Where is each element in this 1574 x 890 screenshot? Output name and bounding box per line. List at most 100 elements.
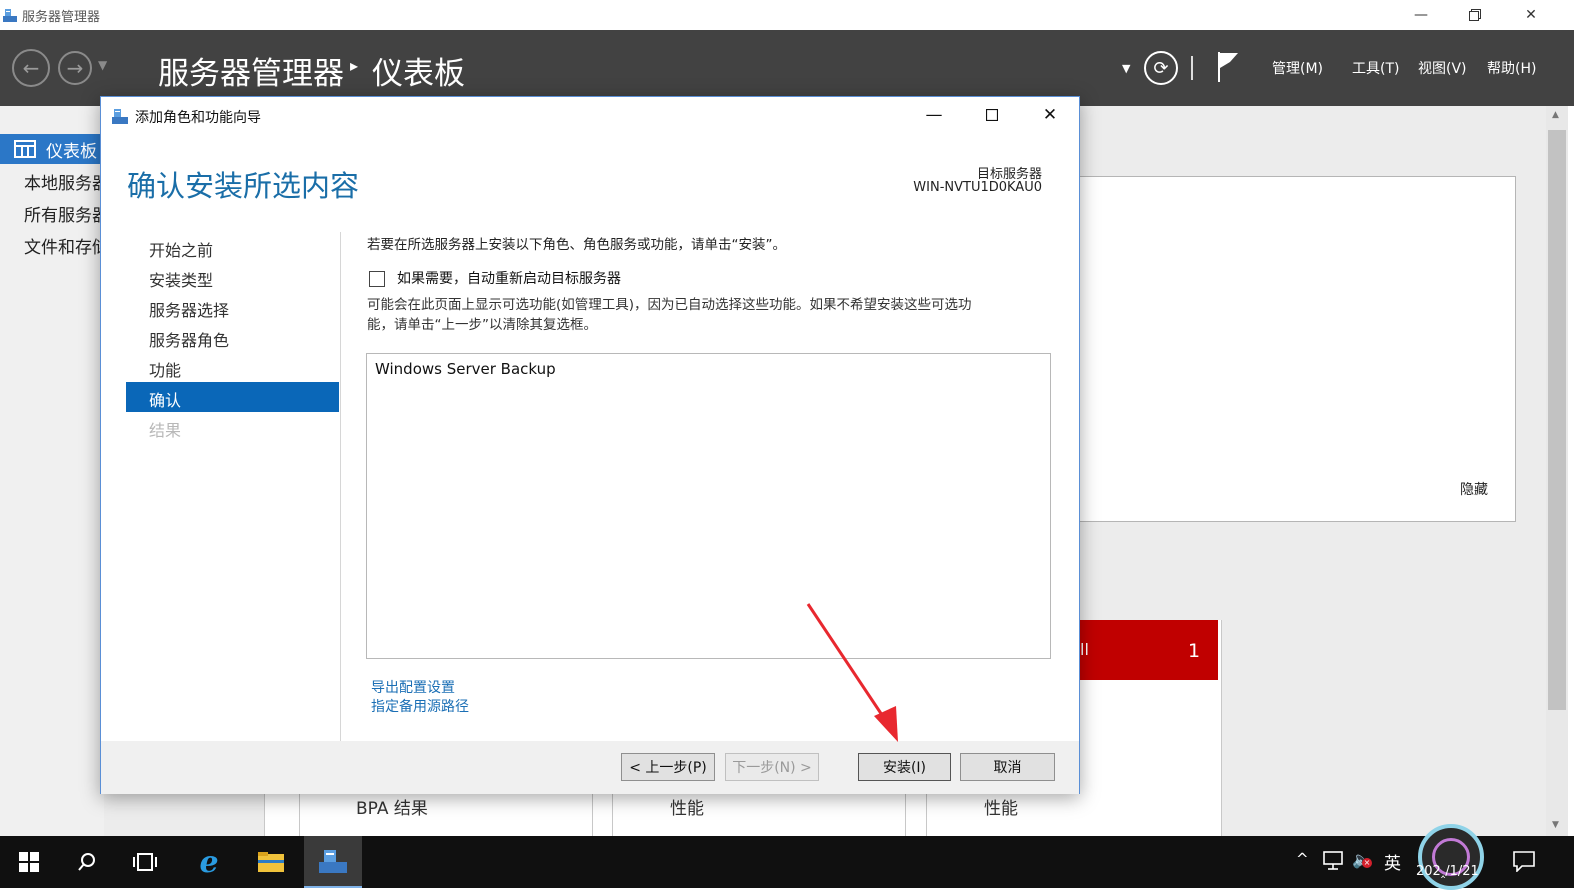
internet-explorer-button[interactable]: e	[180, 836, 238, 888]
server-manager-header: ← → ▼ 服务器管理器 ▸ 仪表板 ▼ ⟳ 管理(M) 工具(T) 视图(V)…	[0, 30, 1574, 106]
export-config-link[interactable]: 导出配置设置	[371, 677, 455, 697]
server-tile-header[interactable]: ll 1	[1076, 620, 1218, 680]
action-center-icon[interactable]	[1512, 850, 1536, 872]
notifications-flag-icon[interactable]	[1216, 50, 1242, 84]
step-installation-type[interactable]: 安装类型	[149, 267, 213, 291]
minimize-icon: —	[925, 105, 943, 125]
sidebar-item-file-storage[interactable]: 文件和存储服务	[0, 230, 143, 260]
back-button[interactable]: ←	[12, 49, 50, 87]
tile-performance[interactable]: 性能	[670, 794, 704, 819]
show-hidden-icons-icon[interactable]: ^	[1296, 850, 1309, 868]
dialog-minimize-button[interactable]: —	[905, 97, 963, 133]
sidebar-item-all-servers[interactable]: 所有服务器	[0, 198, 109, 228]
windows-logo-icon	[19, 852, 39, 872]
close-window-button[interactable]: ✕	[1508, 0, 1554, 30]
tile-alert-count: 1	[1188, 640, 1201, 662]
note-line: 可能会在此页面上显示可选功能(如管理工具)，因为已自动选择这些功能。如果不希望安…	[367, 297, 972, 313]
window-titlebar: 服务器管理器 — ✕	[0, 0, 1574, 30]
restart-checkbox-label[interactable]: 如果需要，自动重新启动目标服务器	[397, 268, 621, 288]
dialog-maximize-button[interactable]	[963, 97, 1021, 133]
step-confirmation[interactable]: 确认	[126, 382, 339, 412]
minimize-icon: —	[1414, 7, 1428, 23]
dropdown-icon[interactable]: ▼	[1122, 62, 1130, 75]
tile-divider	[592, 792, 593, 836]
tile-divider	[612, 792, 613, 836]
wizard-app-icon	[112, 109, 128, 124]
refresh-button[interactable]: ⟳	[1144, 51, 1178, 85]
task-view-icon	[133, 853, 157, 871]
next-button: 下一步(N) >	[725, 753, 819, 781]
note-line: 能，请单击“上一步”以清除其复选框。	[367, 317, 597, 333]
scrollbar-thumb[interactable]	[1548, 130, 1566, 710]
window-title: 服务器管理器	[22, 10, 101, 25]
cancel-button[interactable]: 取消	[960, 753, 1055, 781]
steps-divider	[340, 232, 341, 772]
breadcrumb-root[interactable]: 服务器管理器	[158, 48, 344, 93]
tile-header-text: ll	[1080, 640, 1089, 659]
refresh-icon: ⟳	[1153, 57, 1169, 79]
step-results: 结果	[149, 421, 182, 440]
step-label: 确认	[149, 391, 182, 410]
tile-divider	[926, 792, 927, 836]
search-icon	[78, 853, 95, 871]
search-button[interactable]	[58, 836, 116, 888]
step-before-you-begin[interactable]: 开始之前	[149, 237, 213, 261]
header-divider	[1191, 56, 1193, 80]
step-server-selection[interactable]: 服务器选择	[149, 297, 229, 321]
previous-button[interactable]: < 上一步(P)	[621, 753, 715, 781]
history-dropdown-icon[interactable]: ▼	[98, 58, 107, 72]
instruction-text: 若要在所选服务器上安装以下角色、角色服务或功能，请单击“安装”。	[367, 237, 786, 253]
sidebar-item-dashboard[interactable]: 仪表板	[0, 134, 104, 164]
annotation-arrow-icon	[806, 603, 898, 742]
tile-performance[interactable]: 性能	[984, 794, 1018, 819]
install-button[interactable]: 安装(I)	[858, 753, 951, 781]
close-icon: ✕	[1525, 7, 1537, 23]
restart-checkbox[interactable]	[369, 271, 385, 287]
alternate-source-link[interactable]: 指定备用源路径	[371, 696, 469, 716]
restore-button[interactable]	[1452, 0, 1498, 30]
welcome-panel: 隐藏	[1076, 176, 1516, 522]
step-features[interactable]: 功能	[149, 357, 181, 381]
task-view-button[interactable]	[116, 836, 174, 888]
breadcrumb-separator-icon: ▸	[350, 56, 359, 75]
minimize-button[interactable]: —	[1398, 0, 1444, 30]
sidebar-item-local-server[interactable]: 本地服务器	[0, 166, 109, 196]
wizard-page-heading: 确认安装所选内容	[127, 169, 360, 203]
restore-icon	[1469, 9, 1481, 21]
target-server-value: WIN-NVTU1D0KAU0	[913, 180, 1042, 195]
sidebar-item-label: 仪表板	[46, 141, 97, 162]
error-badge-icon: ×	[1362, 858, 1372, 868]
selected-features-list[interactable]: Windows Server Backup	[366, 353, 1051, 659]
content-scrollbar[interactable]: ▲ ▼	[1546, 106, 1568, 836]
dialog-close-button[interactable]: ✕	[1021, 97, 1079, 133]
tile-divider	[905, 792, 906, 836]
network-icon[interactable]	[1322, 850, 1344, 870]
arrow-right-icon: →	[66, 56, 84, 80]
clock-date[interactable]: 202‸/1/21	[1416, 864, 1479, 879]
internet-explorer-icon: e	[199, 844, 219, 880]
server-manager-icon	[319, 850, 347, 873]
file-explorer-button[interactable]	[242, 836, 300, 888]
server-manager-app-icon	[3, 9, 17, 22]
forward-button[interactable]: →	[58, 51, 92, 85]
hide-link[interactable]: 隐藏	[1460, 479, 1488, 499]
menu-manage[interactable]: 管理(M)	[1272, 58, 1323, 78]
menu-tools[interactable]: 工具(T)	[1352, 58, 1399, 78]
optional-features-note: 可能会在此页面上显示可选功能(如管理工具)，因为已自动选择这些功能。如果不希望安…	[367, 295, 1057, 335]
watermark-logo-icon	[1418, 824, 1484, 890]
ime-indicator[interactable]: 英	[1384, 849, 1401, 874]
list-item: Windows Server Backup	[375, 360, 556, 378]
menu-view[interactable]: 视图(V)	[1418, 58, 1467, 78]
step-server-roles[interactable]: 服务器角色	[149, 327, 229, 351]
sidebar-item-label: 所有服务器	[24, 205, 109, 226]
folder-icon	[258, 852, 284, 872]
menu-help[interactable]: 帮助(H)	[1487, 58, 1536, 78]
start-button[interactable]	[0, 836, 58, 888]
server-manager-taskbar-button[interactable]	[304, 836, 362, 888]
scroll-up-icon[interactable]: ▲	[1552, 110, 1559, 120]
server-manager-sidebar: 仪表板 本地服务器 所有服务器 文件和存储服务	[0, 106, 143, 836]
dashboard-icon	[14, 140, 36, 158]
windows-taskbar: e ^ 🔈 × 英 202‸/1/21	[0, 824, 1574, 890]
tile-bpa-results[interactable]: BPA 结果	[356, 794, 428, 819]
scroll-down-icon[interactable]: ▼	[1552, 820, 1559, 830]
